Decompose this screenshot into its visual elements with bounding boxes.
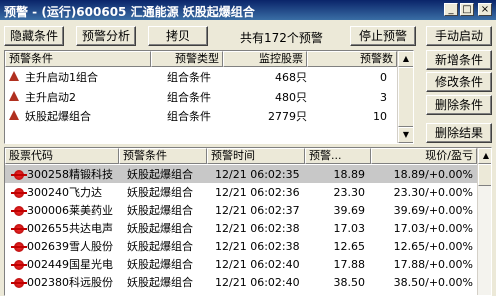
result-time: 12/21 06:02:36 [215,186,300,199]
warning-triangle-icon [9,110,19,124]
delete-result-button[interactable]: 删除结果 [426,123,492,143]
close-button[interactable]: × [478,3,492,16]
col-header-warning-price[interactable]: 预警... [305,148,371,164]
condition-name: 妖股起爆组合 [25,110,91,123]
scroll-up-icon[interactable]: ▲ [398,51,413,67]
col-header-time[interactable]: 预警时间 [207,148,305,164]
delete-condition-button[interactable]: 删除条件 [426,95,492,115]
col-header-code[interactable]: 股票代码 [5,148,119,164]
warning-triangle-icon [9,71,19,85]
result-current: 38.50/+0.00% [393,276,473,289]
result-warning-price: 12.65 [333,240,366,253]
warning-analysis-button[interactable]: 预警分析 [76,26,136,46]
result-code: 300006 [27,204,69,217]
result-time: 12/21 06:02:38 [215,240,300,253]
warning-triangle-icon [9,91,19,105]
result-code: 002380 [27,276,69,289]
condition-type: 组合条件 [167,71,211,84]
result-list[interactable]: 股票代码 预警条件 预警时间 预警... 现价/盈亏 300258 精锻科技妖股起… [4,147,492,296]
scroll-up-icon[interactable]: ▲ [478,148,491,164]
result-code: 300240 [27,186,69,199]
result-code: 002449 [27,258,69,271]
result-current: 17.03/+0.00% [393,222,473,235]
col-header-condition[interactable]: 预警条件 [5,51,151,67]
alert-dot-icon [11,242,27,252]
result-current: 12.65/+0.00% [393,240,473,253]
result-condition: 妖股起爆组合 [127,258,193,271]
result-scrollbar[interactable]: ▲ [477,148,491,295]
alert-dot-icon [11,188,27,198]
alert-dot-icon [11,224,27,234]
condition-stocks: 480只 [275,91,307,104]
col-header-result-condition[interactable]: 预警条件 [119,148,207,164]
manual-start-button[interactable]: 手动启动 [426,26,492,46]
result-name: 莱美药业 [69,204,113,217]
result-warning-price: 23.30 [333,186,366,199]
col-header-current[interactable]: 现价/盈亏 [371,148,477,164]
result-condition: 妖股起爆组合 [127,204,193,217]
result-name: 飞力达 [69,186,102,199]
window-title: 预警 - (运行)600605 汇通能源 妖股起爆组合 [4,5,255,19]
condition-stocks: 468只 [275,71,307,84]
result-code: 300258 [27,168,69,181]
result-current: 39.69/+0.00% [393,204,473,217]
result-name: 雪人股份 [69,240,113,253]
result-time: 12/21 06:02:40 [215,276,300,289]
result-name: 共达电声 [69,222,113,235]
condition-type: 组合条件 [167,110,211,123]
condition-stocks: 2779只 [268,110,307,123]
col-header-count[interactable]: 预警数 [307,51,397,67]
maximize-button[interactable]: □ [460,3,474,16]
alert-dot-icon [11,278,27,288]
scroll-thumb[interactable] [478,164,491,186]
result-time: 12/21 06:02:38 [215,222,300,235]
alert-dot-icon [11,260,27,270]
result-time: 12/21 06:02:37 [215,204,300,217]
result-current: 18.89/+0.00% [393,168,473,181]
result-name: 国星光电 [69,258,113,271]
col-header-type[interactable]: 预警类型 [151,51,223,67]
stop-warning-button[interactable]: 停止预警 [350,26,416,46]
result-warning-price: 17.03 [333,222,366,235]
result-condition: 妖股起爆组合 [127,276,193,289]
result-condition: 妖股起爆组合 [127,168,193,181]
condition-type: 组合条件 [167,91,211,104]
result-warning-price: 38.50 [333,276,366,289]
result-warning-price: 18.89 [333,168,366,181]
add-condition-button[interactable]: 新增条件 [426,50,492,70]
result-warning-price: 39.69 [333,204,366,217]
result-condition: 妖股起爆组合 [127,222,193,235]
condition-list[interactable]: 预警条件 预警类型 监控股票 预警数 主升启动1组合 组合条件 468只 0 主… [4,50,414,144]
warning-total-label: 共有172个预警 [240,31,323,45]
result-condition: 妖股起爆组合 [127,240,193,253]
result-name: 精锻科技 [69,168,113,181]
hide-condition-button[interactable]: 隐藏条件 [4,26,64,46]
result-condition: 妖股起爆组合 [127,186,193,199]
modify-condition-button[interactable]: 修改条件 [426,72,492,92]
title-bar: 预警 - (运行)600605 汇通能源 妖股起爆组合 _ □ × [0,0,496,20]
scroll-down-icon[interactable]: ▼ [398,127,413,143]
result-code: 002655 [27,222,69,235]
col-header-stocks[interactable]: 监控股票 [223,51,307,67]
condition-count: 0 [380,71,387,84]
condition-scrollbar[interactable]: ▲ ▼ [397,51,413,143]
result-code: 002639 [27,240,69,253]
result-warning-price: 17.88 [333,258,366,271]
minimize-button[interactable]: _ [444,3,458,16]
result-name: 科远股份 [69,276,113,289]
result-current: 23.30/+0.00% [393,186,473,199]
alert-dot-icon [11,170,27,180]
condition-name: 主升启动2 [25,91,76,104]
condition-count: 10 [373,110,387,123]
result-current: 17.88/+0.00% [393,258,473,271]
condition-name: 主升启动1组合 [25,71,98,84]
copy-button[interactable]: 拷贝 [148,26,208,46]
scroll-thumb[interactable] [398,67,413,127]
result-time: 12/21 06:02:35 [215,168,300,181]
alert-dot-icon [11,206,27,216]
result-time: 12/21 06:02:40 [215,258,300,271]
condition-count: 3 [380,91,387,104]
